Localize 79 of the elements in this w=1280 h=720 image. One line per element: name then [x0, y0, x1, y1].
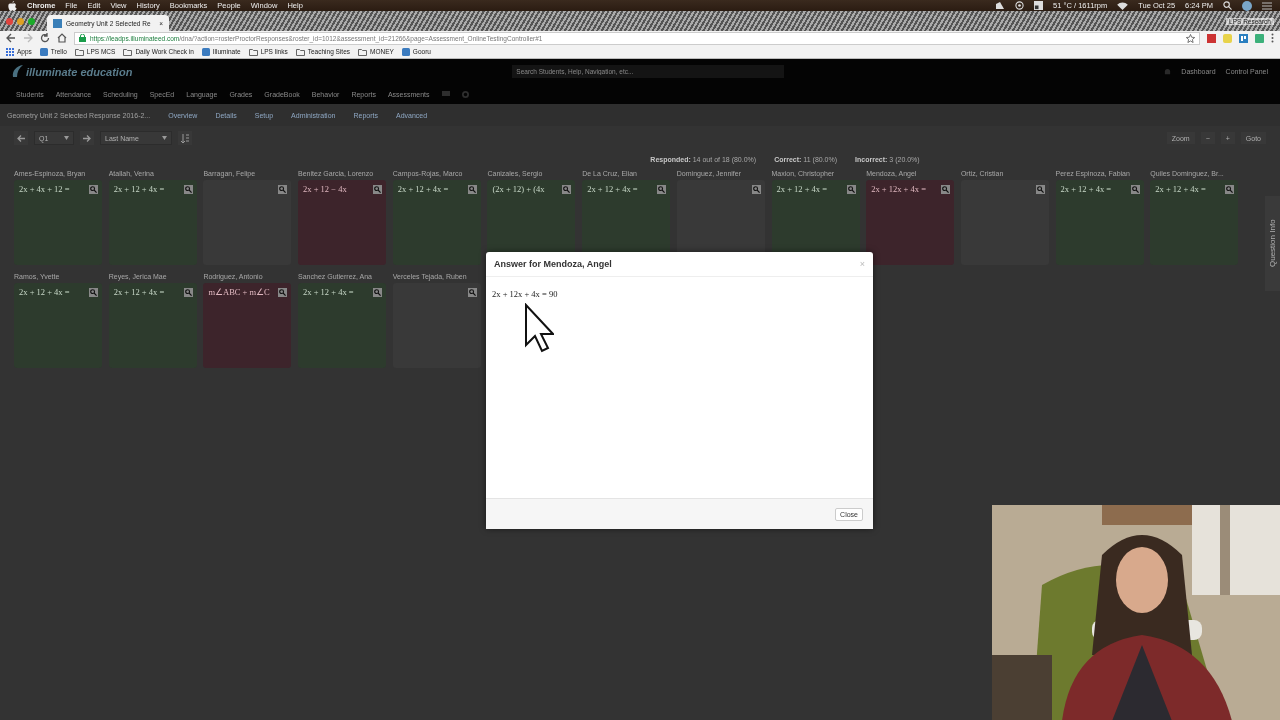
user-icon[interactable]: [1242, 0, 1252, 11]
favicon-icon: [401, 47, 410, 56]
reload-icon[interactable]: [40, 33, 50, 43]
next-button[interactable]: [80, 131, 94, 145]
favicon-icon: [53, 18, 62, 28]
caret-icon: [162, 136, 167, 140]
wifi-icon[interactable]: [1117, 1, 1129, 10]
folder-icon: [123, 47, 133, 56]
answer-text: 2x + 12 + 4x =: [587, 184, 639, 194]
magnifier-icon[interactable]: [373, 185, 383, 194]
star-icon[interactable]: [1186, 33, 1195, 43]
cursor-icon: [524, 303, 554, 353]
answer-card[interactable]: 2x + 12 + 4x =: [298, 283, 387, 368]
left-arrow-icon: [17, 134, 25, 142]
apps-icon: [6, 47, 14, 56]
folder-icon: [74, 47, 84, 56]
magnifier-icon[interactable]: [89, 288, 98, 297]
answer-card[interactable]: 2x + 12 − 4x: [298, 180, 387, 265]
grid-icon[interactable]: [1034, 1, 1044, 10]
magnifier-icon[interactable]: [278, 288, 288, 297]
folder-icon: [358, 47, 367, 56]
answer-text: 2x + 12 + 4x =: [303, 287, 355, 297]
answer-text: 2x + 12 + 4x =: [19, 287, 71, 297]
magnifier-icon[interactable]: [846, 185, 856, 194]
list-icon[interactable]: [1262, 1, 1272, 10]
answer-text: 2x + 12 + 4x =: [397, 184, 450, 194]
magnifier-icon[interactable]: [657, 185, 667, 194]
answer-text: 2x + 12 + 4x =: [113, 184, 166, 194]
answer-card[interactable]: 2x + 12 + 4x =: [108, 283, 197, 368]
target-icon[interactable]: [1015, 1, 1025, 10]
answer-card[interactable]: m∠ABC + m∠C: [203, 283, 292, 368]
magnifier-icon[interactable]: [562, 185, 572, 194]
answer-card[interactable]: 2x + 12 + 4x =: [14, 283, 102, 368]
folder-icon: [295, 47, 305, 56]
search-icon[interactable]: [1223, 1, 1232, 10]
magnifier-icon[interactable]: [278, 185, 288, 194]
extension-icon[interactable]: [1239, 33, 1248, 43]
caret-icon: [64, 136, 69, 140]
answer-card[interactable]: 2x + 12x + 4x =: [866, 180, 955, 265]
answer-card[interactable]: 2x + 12 + 4x =: [1055, 180, 1144, 265]
answer-text: m∠ABC + m∠C: [208, 287, 271, 297]
magnifier-icon[interactable]: [467, 185, 477, 194]
answer-card[interactable]: 2x + 12 + 4x =: [108, 180, 197, 265]
logo[interactable]: illuminate education: [12, 65, 133, 78]
answer-text: 2x + 12x + 4x = 90: [492, 289, 558, 299]
magnifier-icon[interactable]: [1225, 185, 1235, 194]
magnifier-icon[interactable]: [1130, 185, 1140, 194]
answer-text: (2x + 12) + (4x: [492, 184, 546, 194]
answer-text: 2x + 12 + 4x =: [1060, 184, 1113, 194]
answer-card[interactable]: 2x + 12 + 4x =: [392, 180, 481, 265]
magnifier-icon[interactable]: [1035, 185, 1045, 194]
answer-text: 2x + 4x + 12 =: [19, 184, 71, 194]
magnifier-icon[interactable]: [183, 288, 193, 297]
apple-icon[interactable]: [8, 0, 17, 11]
favicon-icon: [39, 47, 48, 56]
answer-text: 2x + 12 + 4x =: [1155, 184, 1207, 194]
window-controls-icon[interactable]: [6, 17, 35, 25]
magnifier-icon[interactable]: [751, 185, 761, 194]
answer-text: 2x + 12 − 4x: [303, 184, 348, 194]
previous-button[interactable]: [14, 131, 28, 145]
leaf-icon: [12, 65, 24, 78]
question-info-tab[interactable]: Question Info: [1265, 196, 1280, 291]
home-icon[interactable]: [57, 33, 67, 43]
menu-icon[interactable]: [1271, 33, 1274, 43]
favicon-icon: [201, 47, 210, 56]
magnifier-icon[interactable]: [373, 288, 383, 297]
answer-card[interactable]: 2x + 12 + 4x =: [1150, 180, 1239, 265]
folder-icon: [248, 47, 258, 56]
magnifier-icon[interactable]: [89, 185, 98, 194]
magnifier-icon[interactable]: [467, 288, 477, 297]
answer-text: 2x + 12x + 4x =: [871, 184, 927, 194]
right-arrow-icon: [83, 134, 91, 142]
answer-text: 2x + 12 + 4x =: [113, 287, 166, 297]
lock-icon: [79, 34, 86, 42]
magnifier-icon[interactable]: [183, 185, 193, 194]
back-icon[interactable]: [6, 33, 16, 43]
answer-card[interactable]: 2x + 4x + 12 =: [14, 180, 102, 265]
answer-text: 2x + 12 + 4x =: [776, 184, 828, 194]
magnifier-icon[interactable]: [941, 185, 951, 194]
